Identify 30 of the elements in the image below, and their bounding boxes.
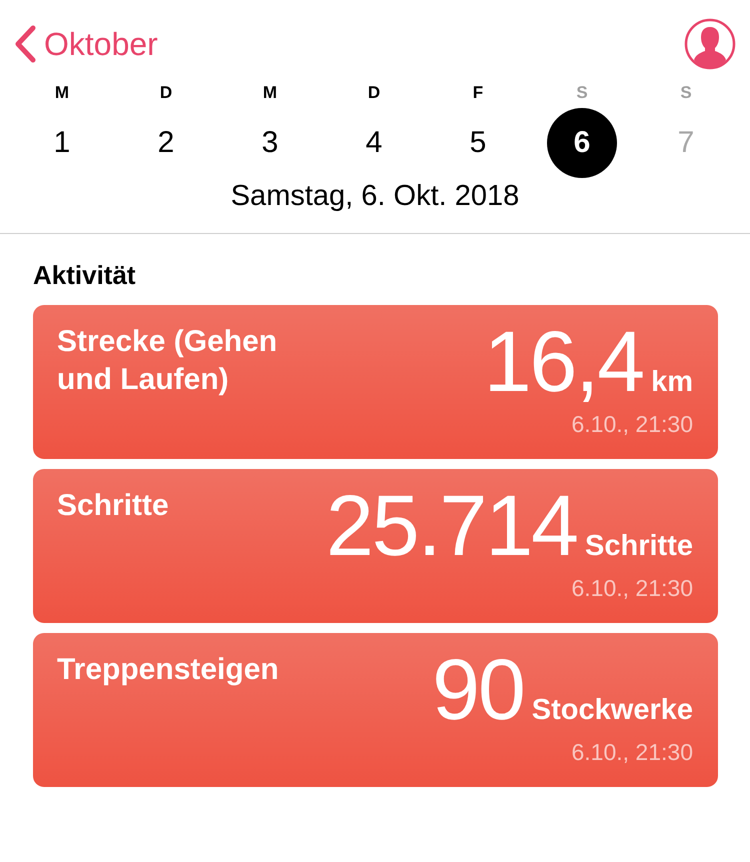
back-button[interactable]: Oktober — [14, 25, 158, 63]
timestamp: 6.10., 21:30 — [572, 411, 693, 438]
card-title: Treppensteigen — [57, 652, 279, 688]
day-button[interactable]: 2 — [131, 108, 201, 178]
weekday-label: D — [160, 82, 172, 104]
timestamp: 6.10., 21:30 — [572, 739, 693, 766]
weekday-label: F — [472, 82, 484, 104]
chevron-left-icon — [14, 25, 36, 63]
day-button[interactable]: 3 — [235, 108, 305, 178]
card-title: Strecke (Gehen und Laufen) — [57, 324, 278, 398]
weekday-label: M — [262, 82, 278, 104]
day-button[interactable]: 1 — [27, 108, 97, 178]
day-button[interactable]: 6 — [547, 108, 617, 178]
metric-value: 16,4 — [484, 319, 644, 405]
weekday-label: M — [54, 82, 70, 104]
profile-icon[interactable] — [684, 18, 736, 70]
metric-unit: km — [651, 366, 693, 399]
card-title: Schritte — [57, 488, 169, 524]
weekday-label: D — [368, 82, 380, 104]
weekday-label: S — [680, 82, 692, 104]
metric-value: 25.714 — [326, 483, 578, 569]
section-title: Aktivität — [33, 260, 137, 291]
metric-value: 90 — [432, 647, 524, 733]
day-button[interactable]: 5 — [443, 108, 513, 178]
metric-unit: Stockwerke — [532, 694, 693, 727]
timestamp: 6.10., 21:30 — [572, 575, 693, 602]
metric-unit: Schritte — [585, 530, 693, 563]
day-button[interactable]: 4 — [339, 108, 409, 178]
weekday-label: S — [576, 82, 588, 104]
date-label: Samstag, 6. Okt. 2018 — [230, 180, 520, 213]
